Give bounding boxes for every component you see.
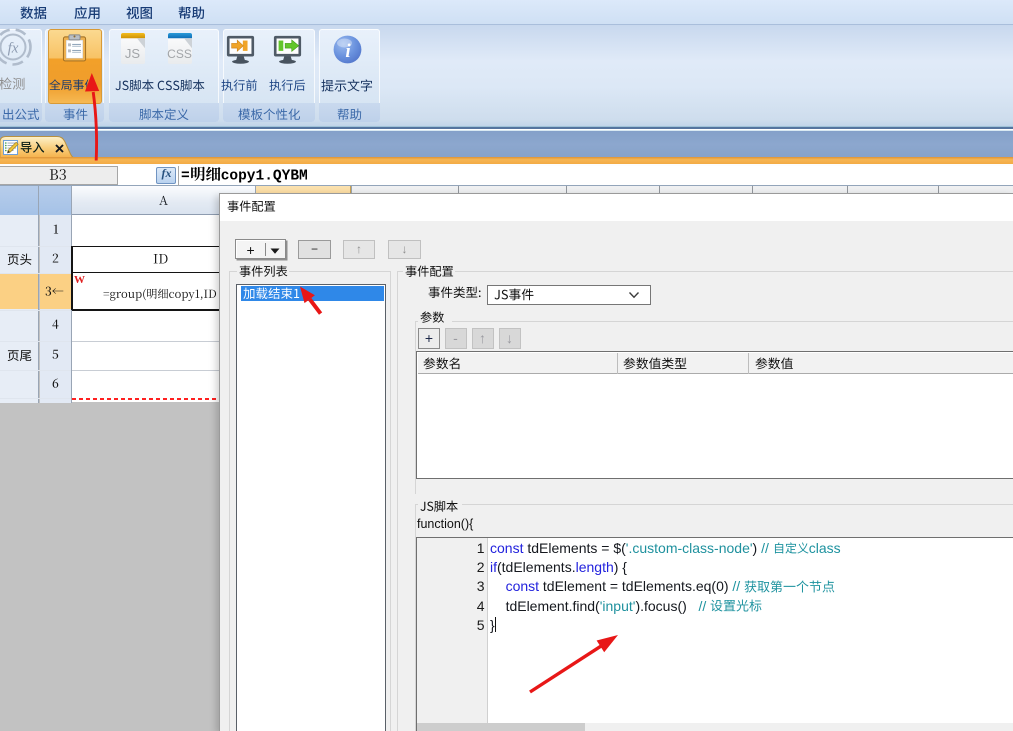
svg-text:CSS: CSS [167,47,192,61]
svg-text:fx: fx [8,41,19,57]
svg-text:JS: JS [125,46,141,61]
svg-text:i: i [345,41,351,62]
